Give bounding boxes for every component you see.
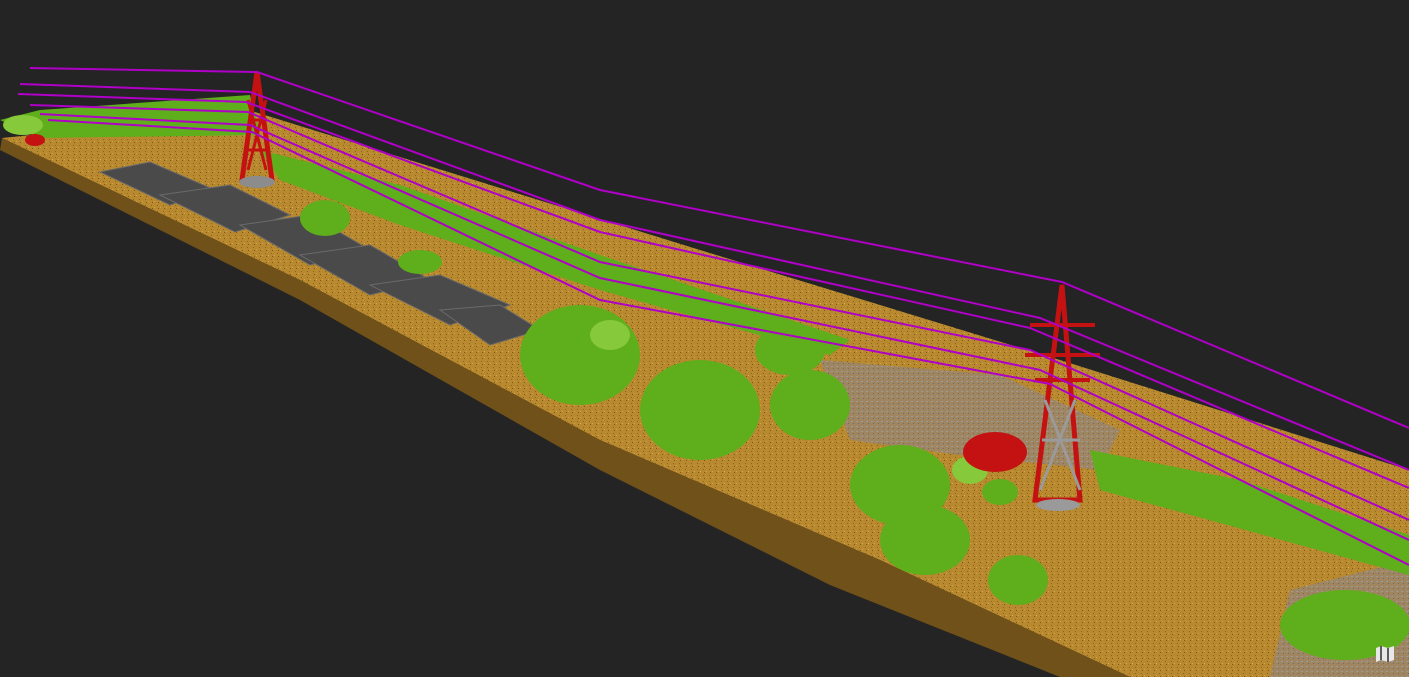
point-cloud-canvas[interactable] bbox=[0, 0, 1409, 677]
point-cloud-viewport[interactable] bbox=[0, 0, 1409, 677]
map-toggle-button[interactable] bbox=[1372, 642, 1398, 666]
map-icon bbox=[1376, 646, 1394, 662]
tower-base-cluster bbox=[963, 432, 1027, 472]
red-patch bbox=[25, 134, 45, 146]
